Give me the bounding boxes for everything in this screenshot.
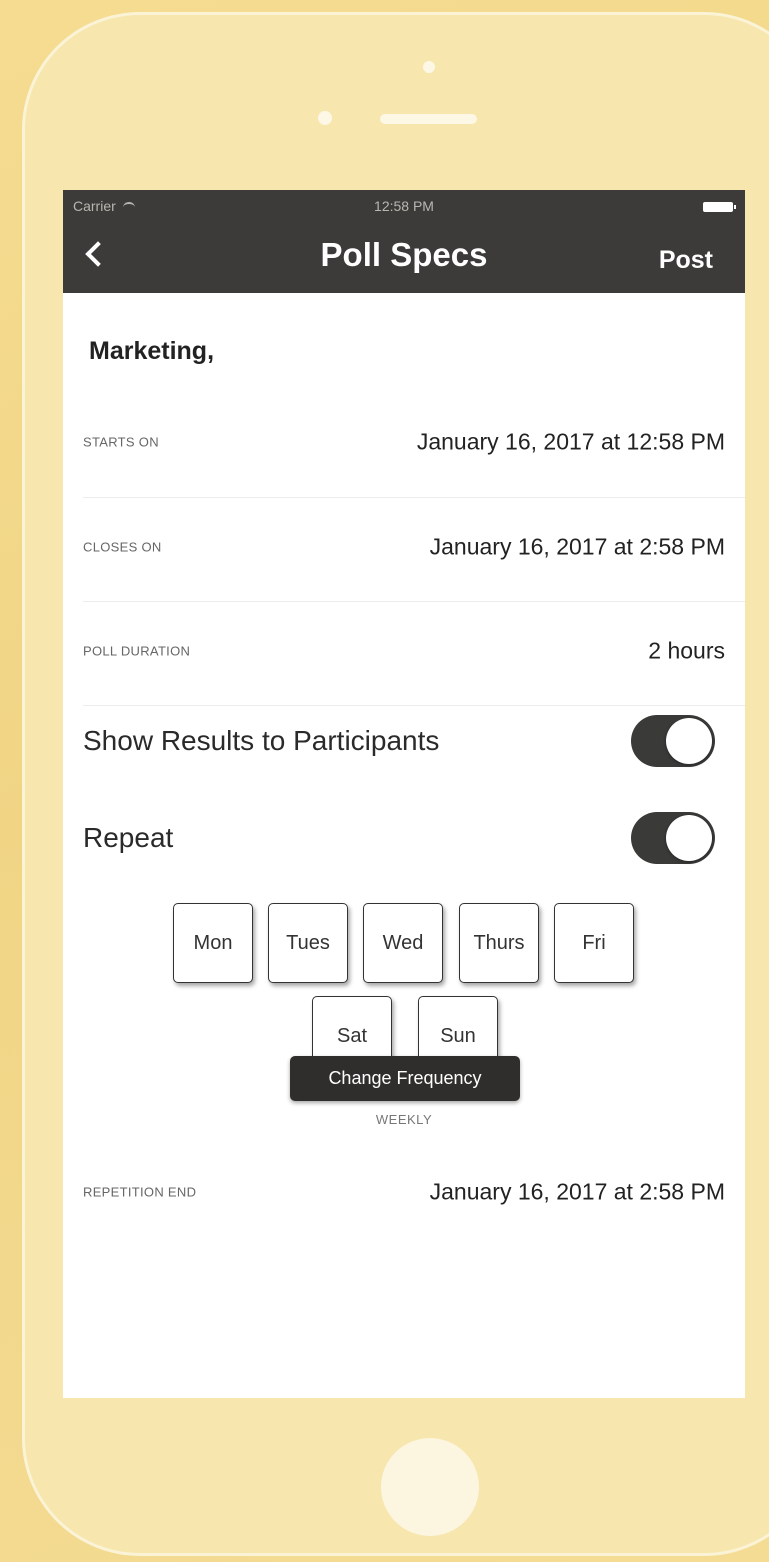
repetition-end-value: January 16, 2017 at 2:58 PM [429, 1178, 725, 1205]
repetition-end-label: REPETITION END [83, 1184, 197, 1200]
toggle-knob [666, 718, 712, 764]
battery-icon [703, 202, 736, 212]
frequency-value: WEEKLY [375, 1112, 433, 1127]
day-button-wed[interactable]: Wed [363, 903, 443, 983]
home-button[interactable] [381, 1438, 479, 1536]
mockup-background: Carrier 12:58 PM Poll Specs Post Marketi… [0, 0, 769, 1562]
divider [83, 705, 745, 706]
closes-on-value: January 16, 2017 at 2:58 PM [429, 533, 725, 560]
page-title: Poll Specs [320, 236, 488, 273]
show-results-row: Show Results to Participants [83, 711, 725, 771]
show-results-label: Show Results to Participants [83, 725, 440, 756]
toggle-knob [666, 815, 712, 861]
day-button-thurs[interactable]: Thurs [459, 903, 539, 983]
poll-duration-row: POLL DURATION 2 hours [83, 611, 745, 691]
closes-on-label: CLOSES ON [83, 539, 162, 555]
speaker-slot [380, 114, 477, 124]
repetition-end-row[interactable]: REPETITION END January 16, 2017 at 2:58 … [83, 1152, 745, 1232]
starts-on-value: January 16, 2017 at 12:58 PM [416, 428, 725, 455]
show-results-toggle[interactable] [631, 715, 715, 767]
divider [83, 601, 745, 602]
camera-dot [318, 111, 332, 125]
repeat-label: Repeat [83, 822, 174, 853]
poll-duration-label: POLL DURATION [83, 643, 191, 659]
repeat-toggle[interactable] [631, 812, 715, 864]
starts-on-row[interactable]: STARTS ON January 16, 2017 at 12:58 PM [83, 402, 745, 482]
starts-on-label: STARTS ON [83, 434, 159, 450]
day-button-tues[interactable]: Tues [268, 903, 348, 983]
app-screen: Carrier 12:58 PM Poll Specs Post Marketi… [63, 190, 745, 1398]
day-button-mon[interactable]: Mon [173, 903, 253, 983]
status-time: 12:58 PM [374, 198, 434, 214]
repeat-row: Repeat [83, 808, 725, 868]
day-button-fri[interactable]: Fri [554, 903, 634, 983]
change-frequency-button[interactable]: Change Frequency [290, 1056, 520, 1101]
sensor-dot [423, 61, 435, 73]
poll-duration-value: 2 hours [648, 637, 725, 664]
divider [83, 497, 745, 498]
group-name: Marketing, [89, 337, 215, 365]
navigation-bar: Carrier 12:58 PM Poll Specs Post [63, 190, 745, 293]
post-button[interactable]: Post [659, 246, 713, 275]
closes-on-row[interactable]: CLOSES ON January 16, 2017 at 2:58 PM [83, 507, 745, 587]
